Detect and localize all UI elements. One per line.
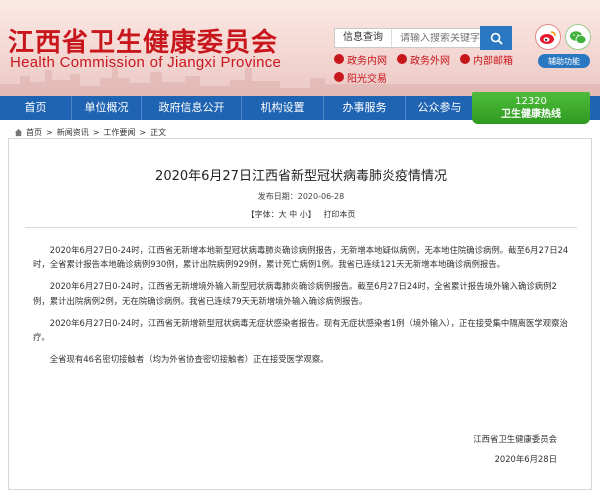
nav-organization[interactable]: 机构设置 [242,96,324,120]
wechat-button[interactable] [565,24,591,50]
search-icon [490,32,503,45]
breadcrumb-news[interactable]: 新闻资讯 [57,127,89,138]
hotline-number: 12320 [515,96,547,107]
paragraph: 全省现有46名密切接触者（均为外省协查密切接触者）正在接受医学观察。 [49,354,329,365]
nav-info-disclosure[interactable]: 政府信息公开 [142,96,242,120]
nav-services[interactable]: 办事服务 [324,96,406,120]
mail-icon [460,54,470,64]
print-link[interactable]: 打印本页 [323,210,355,219]
weibo-icon [540,30,556,44]
font-size-bracket: 】 [307,210,316,219]
quick-link-trade[interactable]: 阳光交易 [334,70,387,85]
breadcrumb-work-news[interactable]: 工作要闻 [103,127,135,138]
weibo-button[interactable] [535,24,561,50]
accessibility-button[interactable]: 辅助功能 [538,54,590,68]
breadcrumb-separator: > [46,128,53,137]
quick-links-row2: 阳光交易 [334,70,397,85]
breadcrumb-separator: > [139,128,147,137]
article-date: 发布日期：2020-06-28 [257,192,345,201]
wechat-icon [570,30,587,44]
breadcrumb-separator: > [92,128,100,137]
quick-link-mail[interactable]: 内部邮箱 [460,52,513,67]
nav-home[interactable]: 首页 [0,96,72,120]
article-body: 2020年6月27日0-24时，江西省无新增本地新型冠状病毒肺炎确诊病例报告，无… [33,243,573,374]
font-large-link[interactable]: 大 [279,210,287,219]
intranet-icon [334,54,344,64]
nav-about[interactable]: 单位概况 [72,96,142,120]
breadcrumb: 首页 > 新闻资讯 > 工作要闻 > 正文 [14,127,166,138]
extranet-icon [397,54,407,64]
font-medium-link[interactable]: 中 [289,210,297,219]
divider [25,227,577,228]
home-icon [14,128,23,137]
signature-date: 2020年6月28日 [494,454,557,464]
font-size-label: 【字体： [246,210,279,219]
signature-org: 江西省卫生健康委员会 [473,434,557,444]
search-button[interactable] [480,26,512,50]
nav-public-participation[interactable]: 公众参与 [406,96,474,120]
paragraph: 2020年6月27日0-24时，江西省无新增本地新型冠状病毒肺炎确诊病例报告，无… [33,245,569,270]
paragraph: 2020年6月27日0-24时，江西省无新增境外输入新型冠状病毒肺炎确诊病例报告… [33,281,557,306]
site-header: 江西省卫生健康委员会 Health Commission of Jiangxi … [0,0,600,96]
quick-link-intranet[interactable]: 政务内网 [334,52,387,67]
search-category-select[interactable]: 信息查询 [335,29,392,47]
hotline-button[interactable]: 12320 卫生健康热线 [472,92,590,124]
site-subtitle: Health Commission of Jiangxi Province [10,54,282,71]
quick-link-extranet[interactable]: 政务外网 [397,52,450,67]
breadcrumb-current: 正文 [150,128,167,137]
font-small-link[interactable]: 小 [300,210,308,219]
article-panel: 2020年6月27日江西省新型冠状病毒肺炎疫情情况 发布日期：2020-06-2… [8,138,592,490]
article-tools: 【字体：大 中 小】 打印本页 [9,209,593,220]
paragraph: 2020年6月27日0-24时，江西省无新增新型冠状病毒无症状感染者报告。现有无… [33,317,568,343]
article-title: 2020年6月27日江西省新型冠状病毒肺炎疫情情况 [155,169,447,184]
hotline-label: 卫生健康热线 [501,109,561,120]
trade-icon [334,72,344,82]
breadcrumb-home[interactable]: 首页 [26,127,42,138]
